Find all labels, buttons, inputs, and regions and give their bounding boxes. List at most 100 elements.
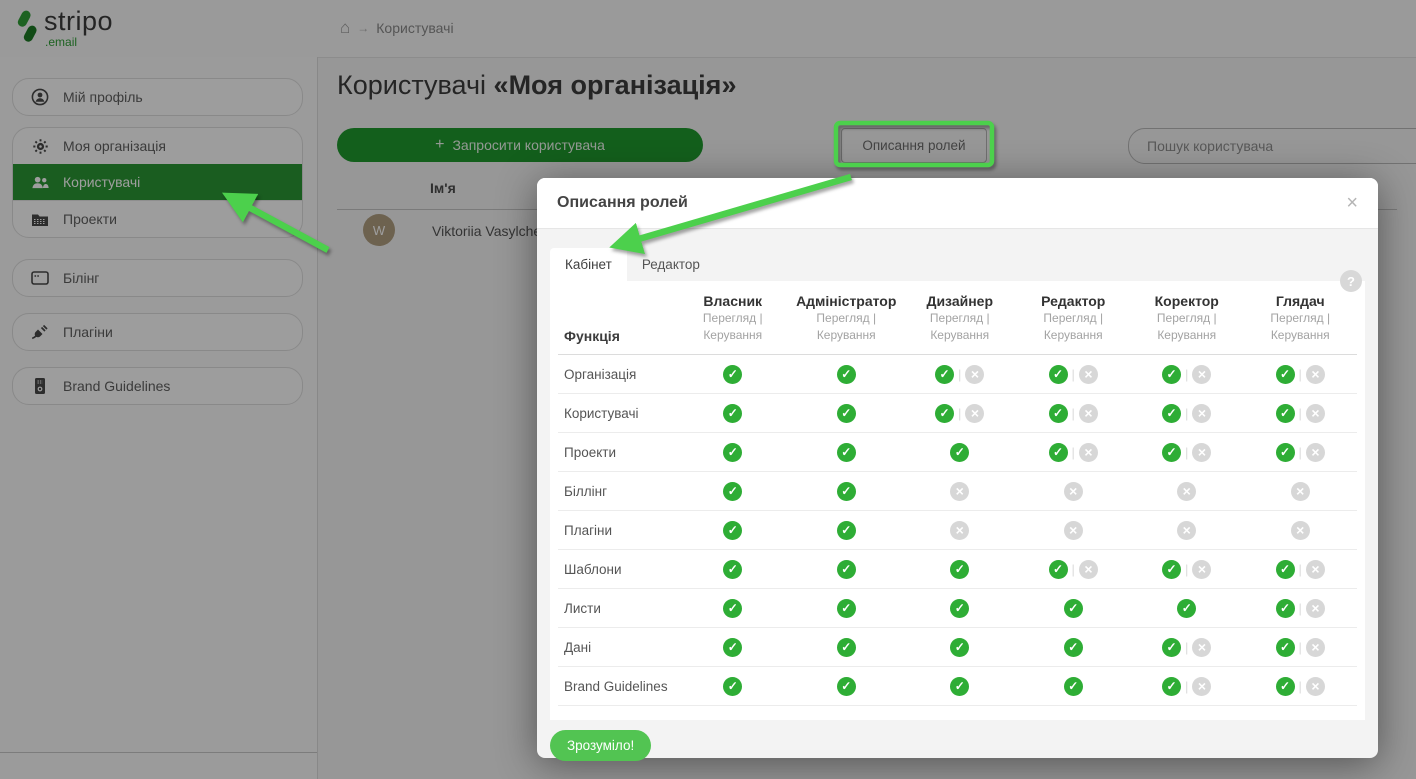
permissions-table-rows: Організація ✓ ✓ ✓ | × ✓ | × ✓ | × ✓ | × Користувачі ✓ ✓ ✓ |…	[558, 355, 1357, 706]
check-icon: ✓	[723, 403, 743, 423]
cross-icon: ×	[1078, 403, 1098, 423]
check-icon: ✓	[1048, 364, 1068, 384]
check-icon: ✓	[1048, 559, 1068, 579]
cross-icon: ×	[965, 403, 985, 423]
cell-separator: |	[1298, 444, 1302, 460]
permission-cell: ✓ | ×	[903, 364, 1017, 384]
permission-cell: ✓ | ×	[1244, 637, 1358, 657]
feature-label: Листи	[564, 600, 601, 616]
tab-editor[interactable]: Редактор	[627, 248, 715, 281]
close-icon[interactable]: ×	[1346, 193, 1358, 213]
check-icon: ✓	[1048, 403, 1068, 423]
permission-cell: ✓	[790, 520, 904, 540]
permission-cell: ✓	[1017, 637, 1131, 657]
cell-separator: |	[1298, 639, 1302, 655]
check-icon: ✓	[836, 676, 856, 696]
cross-icon: ×	[950, 520, 970, 540]
permission-cell: ✓	[790, 481, 904, 501]
check-icon: ✓	[1275, 637, 1295, 657]
check-icon: ✓	[935, 364, 955, 384]
check-icon: ✓	[950, 637, 970, 657]
permission-cell: ✓	[903, 442, 1017, 462]
cell-separator: |	[958, 405, 962, 421]
cell-separator: |	[958, 366, 962, 382]
permission-cell: ✓	[903, 559, 1017, 579]
cross-icon: ×	[1305, 598, 1325, 618]
permission-cell: ✓	[790, 403, 904, 423]
cross-icon: ×	[1177, 481, 1197, 501]
cross-icon: ×	[1290, 520, 1310, 540]
check-icon: ✓	[836, 598, 856, 618]
permissions-table-header: Функція Власник Перегляд | Керування Адміні…	[558, 281, 1357, 355]
cell-separator: |	[1071, 444, 1075, 460]
cross-icon: ×	[965, 364, 985, 384]
permission-cell: ✓	[676, 403, 790, 423]
permission-cell: ✓ | ×	[1244, 676, 1358, 696]
cross-icon: ×	[1305, 637, 1325, 657]
permission-cell: ✓ | ×	[1244, 364, 1358, 384]
role-column-header: Дизайнер Перегляд | Керування	[926, 293, 994, 342]
check-icon: ✓	[836, 481, 856, 501]
check-icon: ✓	[1162, 637, 1182, 657]
permission-cell: ✓	[676, 442, 790, 462]
check-icon: ✓	[723, 364, 743, 384]
permission-cell: ✓	[790, 676, 904, 696]
check-icon: ✓	[1177, 598, 1197, 618]
permissions-row: Шаблони ✓ ✓ ✓ ✓ | × ✓ | × ✓ | ×	[558, 550, 1357, 589]
permission-cell: ✓ | ×	[903, 403, 1017, 423]
permission-cell: ✓ | ×	[1130, 364, 1244, 384]
permissions-row: Організація ✓ ✓ ✓ | × ✓ | × ✓ | × ✓ | ×	[558, 355, 1357, 394]
check-icon: ✓	[935, 403, 955, 423]
permission-cell: ×	[903, 481, 1017, 501]
permissions-row: Дані ✓ ✓ ✓ ✓ ✓ | × ✓ | ×	[558, 628, 1357, 667]
check-icon: ✓	[836, 403, 856, 423]
permissions-row: Листи ✓ ✓ ✓ ✓ ✓ ✓ | ×	[558, 589, 1357, 628]
permission-cell: ✓	[790, 637, 904, 657]
check-icon: ✓	[1162, 364, 1182, 384]
role-column-header: Адміністратор Перегляд | Керування	[796, 293, 897, 342]
modal-tabs: Кабінет Редактор	[550, 248, 1365, 281]
cell-separator: |	[1185, 366, 1189, 382]
cell-separator: |	[1185, 405, 1189, 421]
check-icon: ✓	[836, 637, 856, 657]
permission-cell: ✓	[790, 442, 904, 462]
check-icon: ✓	[950, 442, 970, 462]
cross-icon: ×	[1305, 559, 1325, 579]
permission-cell: ✓	[790, 598, 904, 618]
app-window: stripo .email ⌂ → Користувачі Мій профіл…	[0, 0, 1416, 779]
check-icon: ✓	[1275, 403, 1295, 423]
cell-separator: |	[1185, 678, 1189, 694]
check-icon: ✓	[723, 637, 743, 657]
cross-icon: ×	[1192, 559, 1212, 579]
permission-cell: ✓	[1017, 598, 1131, 618]
permission-cell: ×	[1017, 481, 1131, 501]
cross-icon: ×	[1305, 442, 1325, 462]
check-icon: ✓	[950, 559, 970, 579]
permission-cell: ✓	[676, 598, 790, 618]
check-icon: ✓	[836, 364, 856, 384]
permission-cell: ✓	[790, 559, 904, 579]
check-icon: ✓	[950, 598, 970, 618]
feature-label: Шаблони	[564, 561, 622, 577]
modal-title: Описання ролей	[557, 194, 688, 211]
ok-button[interactable]: Зрозуміло!	[550, 730, 652, 761]
check-icon: ✓	[1275, 364, 1295, 384]
cell-separator: |	[1298, 561, 1302, 577]
role-column-header: Власник Перегляд | Керування	[702, 293, 763, 342]
check-icon: ✓	[723, 559, 743, 579]
check-icon: ✓	[723, 676, 743, 696]
cross-icon: ×	[1078, 559, 1098, 579]
tab-cabinet[interactable]: Кабінет	[550, 248, 627, 281]
permission-cell: ✓	[676, 364, 790, 384]
check-icon: ✓	[1162, 559, 1182, 579]
permission-cell: ✓ | ×	[1244, 598, 1358, 618]
cross-icon: ×	[1192, 442, 1212, 462]
permissions-table: Функція Власник Перегляд | Керування Адміні…	[550, 281, 1365, 720]
check-icon: ✓	[723, 520, 743, 540]
permission-cell: ✓ | ×	[1244, 559, 1358, 579]
check-icon: ✓	[1275, 676, 1295, 696]
cross-icon: ×	[1192, 364, 1212, 384]
permission-cell: ×	[903, 520, 1017, 540]
permission-cell: ✓ | ×	[1130, 442, 1244, 462]
help-icon[interactable]: ?	[1340, 270, 1362, 292]
